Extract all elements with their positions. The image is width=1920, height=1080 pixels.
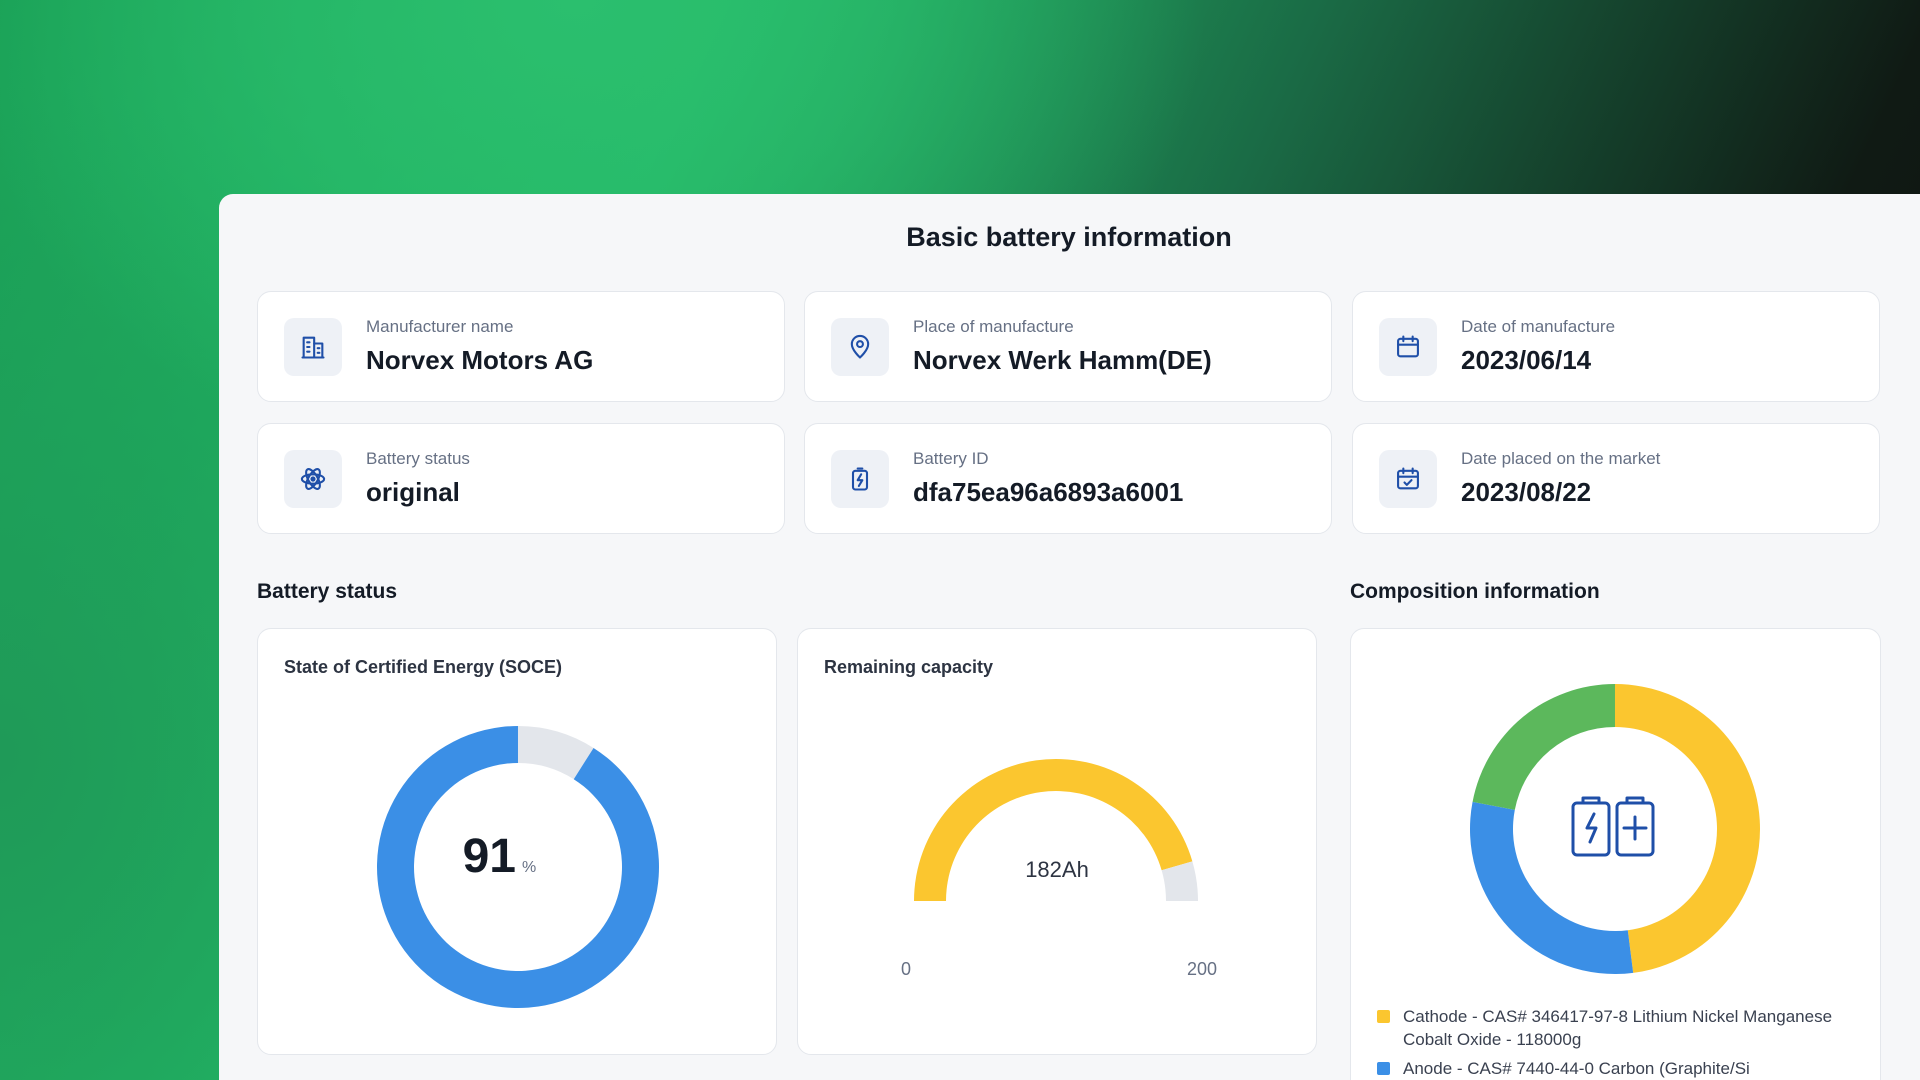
info-card-battery-status: Battery status original (257, 423, 785, 534)
info-card-place-of-manufacture: Place of manufacture Norvex Werk Hamm(DE… (804, 291, 1332, 402)
gauge-min-label: 0 (901, 959, 911, 979)
soce-value: 91 (463, 830, 516, 883)
info-label: Battery status (366, 449, 470, 468)
legend-item-anode: Anode - CAS# 7440-44-0 Carbon (Graphite/… (1377, 1057, 1877, 1080)
soce-card: State of Certified Energy (SOCE) 91 % (257, 628, 777, 1055)
info-card-manufacturer-name: Manufacturer name Norvex Motors AG (257, 291, 785, 402)
atom-icon (284, 450, 342, 508)
calendar-check-icon (1379, 450, 1437, 508)
composition-donut-chart (1470, 684, 1760, 974)
soce-donut-chart: 91 % (377, 726, 659, 1008)
composition-legend: Cathode - CAS# 346417-97-8 Lithium Nicke… (1377, 1005, 1877, 1080)
remaining-capacity-card: Remaining capacity 182Ah 0 200 (797, 628, 1317, 1055)
info-value: Norvex Werk Hamm(DE) (913, 345, 1212, 375)
info-card-date-placed-on-market: Date placed on the market 2023/08/22 (1352, 423, 1880, 534)
info-value: 2023/08/22 (1461, 477, 1592, 507)
legend-swatch (1377, 1062, 1390, 1075)
legend-text: Cathode - CAS# 346417-97-8 Lithium Nicke… (1403, 1007, 1833, 1049)
info-label: Date of manufacture (1461, 317, 1616, 336)
info-card-date-of-manufacture: Date of manufacture 2023/06/14 (1352, 291, 1880, 402)
section-title-composition: Composition information (1350, 580, 1600, 603)
info-value: 2023/06/14 (1461, 345, 1592, 375)
page-title: Basic battery information (906, 222, 1232, 252)
composition-slice-other (1472, 684, 1615, 810)
composition-card: Cathode - CAS# 346417-97-8 Lithium Nicke… (1350, 628, 1881, 1080)
battery-charge-icon (831, 450, 889, 508)
info-value: Norvex Motors AG (366, 345, 594, 375)
info-label: Place of manufacture (913, 317, 1074, 336)
info-label: Date placed on the market (1461, 449, 1661, 468)
gauge-max-label: 200 (1187, 959, 1217, 979)
info-value: dfa75ea96a6893a6001 (913, 477, 1184, 507)
soce-slice-certified (377, 726, 659, 1008)
legend-swatch (1377, 1010, 1390, 1023)
remaining-capacity-gauge: 182Ah 0 200 (901, 759, 1217, 979)
legend-item-cathode: Cathode - CAS# 346417-97-8 Lithium Nicke… (1377, 1005, 1877, 1051)
battery-info-panel: Basic battery information Manufacturer n… (219, 194, 1920, 1080)
info-card-battery-id: Battery ID dfa75ea96a6893a6001 (804, 423, 1332, 534)
info-label: Manufacturer name (366, 317, 514, 336)
info-value: original (366, 477, 460, 507)
info-label: Battery ID (913, 449, 989, 468)
battery-pack-icon (1571, 796, 1655, 857)
gauge-value-label: 182Ah (1025, 857, 1089, 882)
legend-text: Anode - CAS# 7440-44-0 Carbon (Graphite/… (1403, 1059, 1750, 1078)
soce-unit: % (522, 859, 536, 876)
section-title-battery-status: Battery status (257, 580, 398, 603)
building-icon (284, 318, 342, 376)
calendar-icon (1379, 318, 1437, 376)
location-pin-icon (831, 318, 889, 376)
